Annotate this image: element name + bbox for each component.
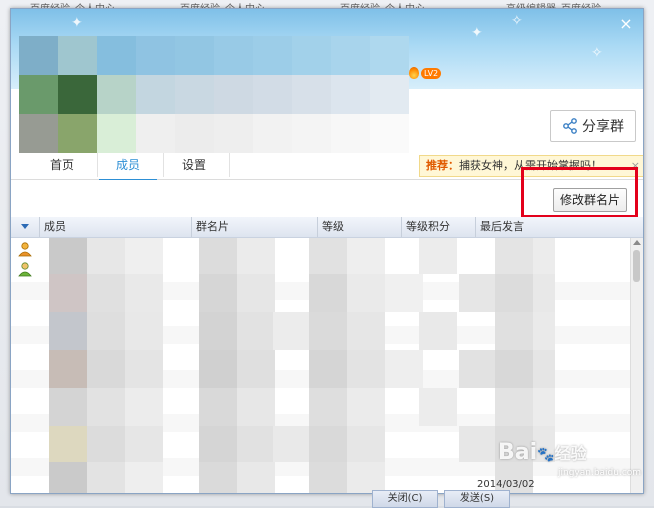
group-window: ✦ ✦ ✧ ✧ × LV2 分享群 首页 成员 设置 推荐：捕获女神，从需开始掌… — [10, 8, 644, 494]
watermark-text: Bai — [498, 440, 538, 465]
baidu-watermark: Bai🐾经验 jingyan.baidu.com — [498, 440, 641, 480]
tab-divider — [229, 153, 230, 177]
scrollbar-thumb[interactable] — [633, 250, 640, 282]
share-icon — [563, 118, 577, 134]
sort-arrow-icon[interactable] — [21, 224, 29, 229]
sparkle-icon: ✦ — [471, 25, 483, 41]
level-label: LV2 — [421, 67, 442, 79]
partial-bottom-row: 2014/03/02 — [11, 479, 643, 493]
send-button[interactable]: 发送(S) — [444, 490, 510, 508]
paw-icon: 🐾 — [537, 447, 555, 463]
tab-divider — [97, 153, 98, 177]
blurred-member-data — [49, 238, 555, 493]
member-list-scrollbar[interactable] — [630, 238, 643, 493]
column-group-card[interactable]: 群名片 — [191, 217, 318, 237]
highlight-box — [521, 167, 638, 218]
watermark-text-2: 经验 — [554, 444, 587, 463]
watermark-sub: jingyan.baidu.com — [558, 468, 642, 478]
close-button[interactable]: 关闭(C) — [372, 490, 438, 508]
sparkle-icon: ✦ — [71, 15, 83, 31]
level-badge: LV2 — [409, 67, 442, 79]
tab-members[interactable]: 成员 — [99, 151, 157, 181]
tab-divider — [163, 153, 164, 177]
group-avatar-mosaic — [19, 36, 409, 153]
share-group-button[interactable]: 分享群 — [550, 110, 636, 142]
flame-icon — [409, 67, 419, 79]
column-last-post[interactable]: 最后发言 — [475, 217, 630, 237]
member-table-header: 成员 群名片 等级 等级积分 最后发言 — [11, 217, 643, 238]
last-post-date: 2014/03/02 — [477, 479, 535, 490]
sparkle-icon: ✧ — [511, 13, 523, 29]
column-level[interactable]: 等级 — [317, 217, 404, 237]
sparkle-icon: ✧ — [591, 45, 603, 61]
person-icon — [18, 242, 32, 257]
column-member[interactable]: 成员 — [39, 217, 192, 237]
person-icon — [18, 262, 32, 277]
share-group-label: 分享群 — [582, 119, 624, 135]
close-icon[interactable]: × — [617, 15, 635, 33]
column-level-points[interactable]: 等级积分 — [401, 217, 476, 237]
tab-settings[interactable]: 设置 — [165, 151, 223, 179]
scroll-up-icon[interactable] — [633, 240, 641, 245]
tab-home[interactable]: 首页 — [33, 151, 91, 179]
promo-label: 推荐： — [426, 159, 459, 172]
